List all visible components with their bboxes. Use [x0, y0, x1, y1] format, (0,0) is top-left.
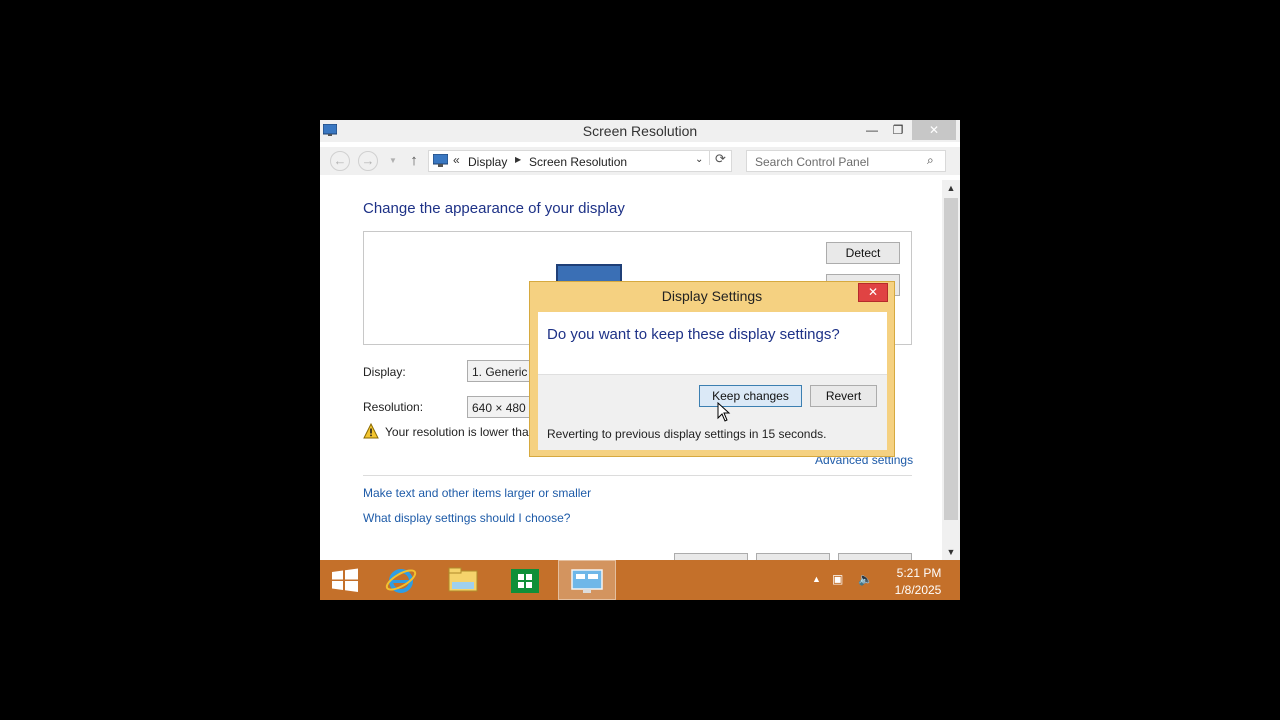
dialog-close-button[interactable]: ✕	[858, 283, 888, 302]
clock-time[interactable]: 5:21 PM	[896, 566, 942, 580]
address-bar[interactable]: « Display ▶ Screen Resolution ⌄	[428, 150, 732, 172]
scroll-up-arrow-icon[interactable]: ▲	[942, 180, 960, 196]
close-button[interactable]: ✕	[912, 120, 956, 140]
dialog-body: Do you want to keep these display settin…	[538, 312, 887, 450]
navigation-bar: ← → ▼ ↑ « Display ▶ Screen Resolution ⌄ …	[320, 147, 960, 175]
refresh-icon[interactable]: ⟳	[709, 151, 731, 166]
display-settings-dialog: Display Settings ✕ Do you want to keep t…	[529, 281, 895, 457]
store-icon	[511, 569, 539, 593]
file-explorer-button[interactable]	[434, 560, 492, 600]
recent-locations-chevron-icon[interactable]: ▼	[383, 151, 403, 171]
restore-button[interactable]: ❐	[886, 120, 910, 140]
back-arrow-icon[interactable]: ←	[330, 151, 350, 171]
control-panel-icon	[571, 569, 603, 593]
resolution-label: Resolution:	[363, 400, 424, 414]
revert-countdown-text: Reverting to previous display settings i…	[547, 427, 827, 441]
search-placeholder: Search Control Panel	[755, 155, 870, 169]
up-arrow-icon[interactable]: ↑	[404, 151, 424, 171]
text-size-link[interactable]: Make text and other items larger or smal…	[363, 486, 591, 500]
minimize-button[interactable]: —	[860, 120, 884, 140]
section-divider	[363, 475, 912, 476]
breadcrumb-display[interactable]: Display	[468, 155, 507, 169]
display-label: Display:	[363, 365, 406, 379]
breadcrumb-separator-icon[interactable]: ▶	[515, 155, 521, 164]
scroll-thumb[interactable]	[944, 198, 958, 520]
store-button[interactable]	[496, 560, 554, 600]
display-settings-help-link[interactable]: What display settings should I choose?	[363, 511, 570, 525]
start-button[interactable]	[320, 560, 370, 600]
internet-explorer-icon	[385, 569, 417, 593]
breadcrumb-overflow-chevron[interactable]: «	[453, 153, 460, 167]
show-hidden-icons-chevron-icon[interactable]: ▲	[812, 574, 821, 584]
keep-changes-button[interactable]: Keep changes	[699, 385, 802, 407]
breadcrumb-screen-resolution[interactable]: Screen Resolution	[529, 155, 627, 169]
search-icon[interactable]: ⌕	[927, 153, 934, 168]
page-heading: Change the appearance of your display	[363, 200, 625, 217]
search-input[interactable]: Search Control Panel ⌕	[746, 150, 946, 172]
mouse-cursor-icon	[717, 402, 731, 422]
forward-arrow-icon[interactable]: →	[358, 151, 378, 171]
taskbar: ▲ ▣ 🔈 5:21 PM 1/8/2025	[320, 560, 960, 600]
address-dropdown-chevron-icon[interactable]: ⌄	[695, 154, 703, 165]
scroll-down-arrow-icon[interactable]: ▼	[942, 544, 960, 560]
dialog-footer: Keep changes Revert Reverting to previou…	[538, 374, 887, 450]
warning-icon	[363, 423, 379, 439]
network-icon[interactable]: ▣	[832, 572, 843, 586]
clock-date[interactable]: 1/8/2025	[892, 583, 944, 597]
window-title-bar[interactable]: Screen Resolution — ❐ ✕	[320, 120, 960, 142]
volume-icon[interactable]: 🔈	[858, 572, 873, 586]
internet-explorer-button[interactable]	[372, 560, 430, 600]
dialog-question: Do you want to keep these display settin…	[547, 326, 840, 343]
windows-logo-icon	[332, 568, 358, 592]
control-panel-icon	[433, 154, 448, 167]
vertical-scrollbar[interactable]: ▲ ▼	[942, 180, 960, 560]
control-panel-taskbar-button[interactable]	[558, 560, 616, 600]
revert-button[interactable]: Revert	[810, 385, 877, 407]
dialog-title: Display Settings	[661, 288, 763, 304]
folder-icon	[448, 567, 478, 592]
detect-button[interactable]: Detect	[826, 242, 900, 264]
resolution-warning-text: Your resolution is lower than	[385, 425, 536, 439]
desktop-screen: Screen Resolution — ❐ ✕ ← → ▼ ↑ « Displa…	[320, 120, 960, 600]
